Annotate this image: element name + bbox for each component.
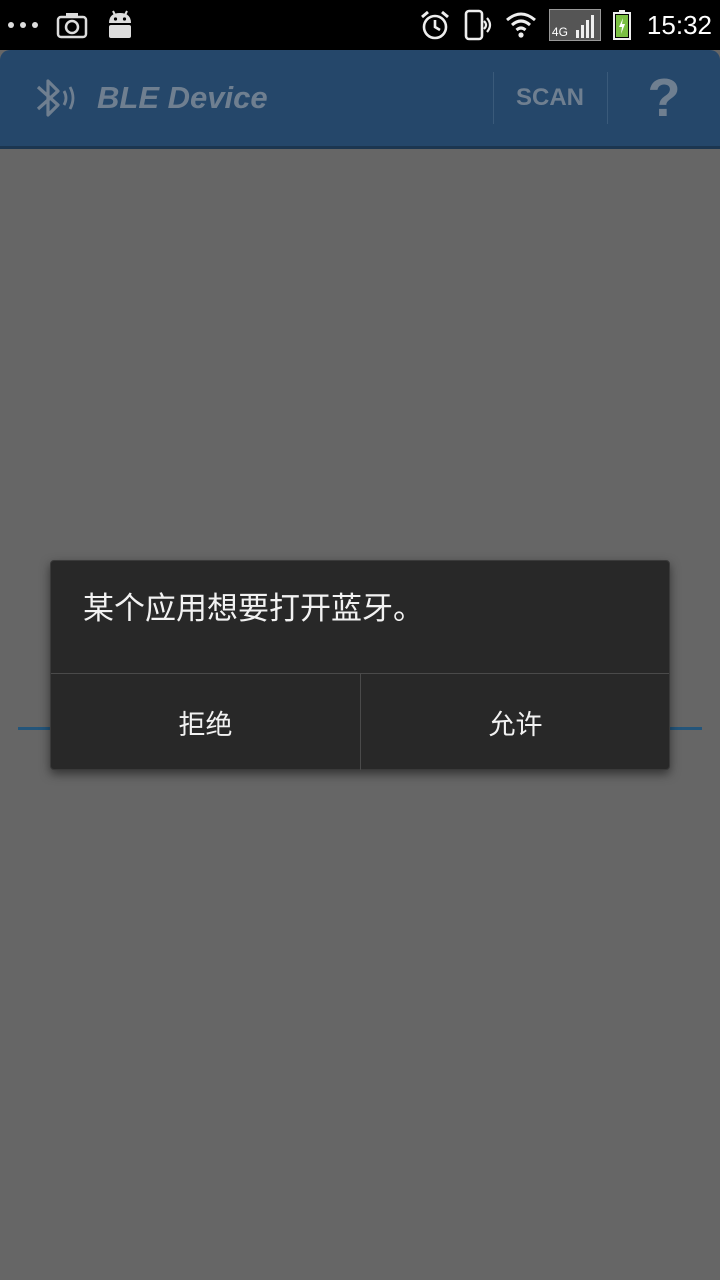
action-bar: BLE Device SCAN ? [0, 50, 720, 149]
deny-button[interactable]: 拒绝 [51, 674, 360, 770]
app-title: BLE Device [97, 80, 268, 115]
wifi-icon [505, 12, 536, 38]
screenshot-icon [56, 13, 88, 39]
bluetooth-permission-dialog: 某个应用想要打开蓝牙。 拒绝 允许 [50, 560, 670, 770]
network-type-label: 4G [551, 25, 568, 39]
bluetooth-icon [36, 79, 75, 117]
allow-button[interactable]: 允许 [361, 674, 670, 770]
screen: 4G 15:32 BLE Device SCAN ? 某个应用想要打开蓝牙。 拒… [0, 0, 720, 1280]
vibrate-icon [464, 9, 492, 41]
dialog-message: 某个应用想要打开蓝牙。 [83, 591, 424, 627]
help-button[interactable]: ? [608, 50, 720, 146]
alarm-icon [420, 10, 449, 40]
signal-icon: 4G [548, 9, 601, 41]
status-time: 15:32 [646, 9, 712, 40]
more-dots-icon [8, 22, 38, 28]
battery-charging-icon [612, 10, 631, 40]
android-icon [109, 10, 131, 38]
status-bar: 4G 15:32 [0, 0, 720, 50]
scan-button[interactable]: SCAN [494, 50, 606, 146]
